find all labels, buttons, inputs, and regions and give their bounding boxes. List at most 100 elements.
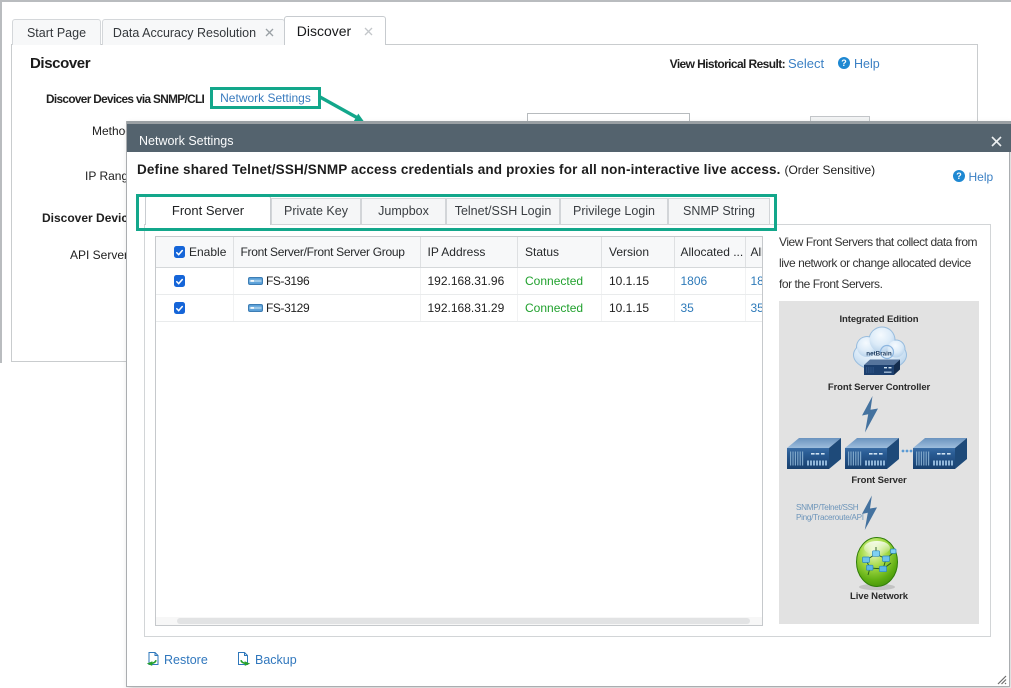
tab-data-accuracy-resolution[interactable]: Data Accuracy Resolution bbox=[102, 19, 285, 45]
tab-telnet-ssh-login[interactable]: Telnet/SSH Login bbox=[446, 198, 560, 224]
allocated-link[interactable]: 1806 bbox=[751, 274, 764, 288]
tab-start-page-label: Start Page bbox=[27, 26, 86, 40]
cell-allocated: 35 bbox=[675, 295, 746, 321]
front-server-icon bbox=[248, 277, 263, 285]
protocols-line1: SNMP/Telnet/SSH bbox=[796, 503, 864, 513]
dialog-titlebar: Network Settings bbox=[127, 121, 1011, 152]
table-row[interactable]: FS-3196 192.168.31.96 Connected 10.1.15 … bbox=[156, 268, 763, 295]
tab-private-key-label: Private Key bbox=[284, 204, 348, 218]
tab-jumpbox-label: Jumpbox bbox=[378, 204, 429, 218]
tab-privilege-login[interactable]: Privilege Login bbox=[560, 198, 668, 224]
scrollbar-thumb[interactable] bbox=[177, 618, 750, 624]
enable-checkbox[interactable] bbox=[174, 302, 186, 314]
cell-enable bbox=[156, 268, 234, 294]
column-allocated: Allocated ... bbox=[675, 237, 746, 267]
column-front-server-group: Front Server/Front Server Group bbox=[234, 237, 422, 267]
tab-discover[interactable]: Discover bbox=[284, 16, 386, 45]
side-panel-line: View Front Servers that collect data fro… bbox=[779, 232, 991, 253]
restore-button-label: Restore bbox=[164, 653, 208, 667]
dialog-description-note: (Order Sensitive) bbox=[784, 163, 875, 177]
check-icon bbox=[175, 248, 184, 257]
status-connected: Connected bbox=[525, 301, 583, 315]
tab-front-server[interactable]: Front Server bbox=[145, 196, 271, 225]
help-icon[interactable]: ? bbox=[838, 57, 850, 69]
check-icon bbox=[175, 277, 184, 286]
select-all-checkbox[interactable] bbox=[174, 246, 186, 258]
integrated-edition-label: Integrated Edition bbox=[779, 314, 979, 325]
discover-devices-snmp-cli-label: Discover Devices via SNMP/CLI bbox=[46, 92, 204, 106]
backup-button[interactable]: Backup bbox=[237, 652, 297, 667]
backup-button-label: Backup bbox=[255, 653, 297, 667]
live-network-label: Live Network bbox=[779, 591, 979, 602]
tab-privilege-login-label: Privilege Login bbox=[573, 204, 655, 218]
cell-enable bbox=[156, 295, 234, 321]
resize-grip[interactable] bbox=[996, 674, 1007, 685]
tab-private-key[interactable]: Private Key bbox=[271, 198, 361, 224]
front-server-name: FS-3129 bbox=[266, 301, 309, 315]
column-status: Status bbox=[518, 237, 602, 267]
cell-version: 10.1.15 bbox=[602, 295, 675, 321]
close-icon[interactable] bbox=[991, 136, 1002, 147]
allocated-link[interactable]: 35 bbox=[681, 301, 694, 315]
cell-front-server: FS-3196 bbox=[234, 268, 422, 294]
help-icon[interactable]: ? bbox=[953, 170, 965, 182]
backup-icon bbox=[237, 652, 251, 667]
network-settings-button[interactable]: Network Settings bbox=[210, 87, 321, 109]
side-panel-description: View Front Servers that collect data fro… bbox=[779, 232, 991, 295]
check-icon bbox=[175, 304, 184, 313]
help-link[interactable]: Help bbox=[854, 57, 880, 71]
tab-snmp-string-label: SNMP String bbox=[683, 204, 755, 218]
cell-front-server: FS-3129 bbox=[234, 295, 422, 321]
ellipsis-dots bbox=[901, 448, 913, 454]
front-server-diagram: Integrated Edition bbox=[779, 301, 979, 624]
tab-snmp-string[interactable]: SNMP String bbox=[668, 198, 770, 224]
protocols-line2: Ping/Traceroute/API bbox=[796, 513, 864, 523]
page-title: Discover bbox=[30, 55, 90, 72]
cell-allocated: 1806 bbox=[675, 268, 746, 294]
front-server-icon bbox=[913, 437, 967, 470]
cell-allocated-2: 35 bbox=[746, 295, 763, 321]
tab-front-server-label: Front Server bbox=[172, 203, 244, 218]
network-settings-button-label: Network Settings bbox=[220, 91, 311, 105]
select-link[interactable]: Select bbox=[788, 56, 824, 71]
front-server-label: Front Server bbox=[779, 475, 979, 486]
allocated-link[interactable]: 1806 bbox=[681, 274, 708, 288]
help-link[interactable]: Help bbox=[969, 170, 994, 184]
column-version: Version bbox=[602, 237, 675, 267]
cell-ip-address: 192.168.31.29 bbox=[421, 295, 518, 321]
network-settings-dialog: Network Settings Define shared Telnet/SS… bbox=[126, 121, 1010, 687]
close-tab-icon[interactable] bbox=[364, 27, 373, 36]
front-server-icon bbox=[845, 437, 899, 470]
horizontal-scrollbar[interactable] bbox=[156, 617, 762, 625]
table-header-row: Enable Front Server/Front Server Group I… bbox=[156, 237, 763, 268]
front-server-controller-label: Front Server Controller bbox=[779, 382, 979, 393]
column-ip-address: IP Address bbox=[421, 237, 518, 267]
column-enable-label: Enable bbox=[189, 245, 226, 259]
window-border-left bbox=[0, 0, 2, 363]
tab-discover-label: Discover bbox=[297, 23, 351, 39]
tab-start-page[interactable]: Start Page bbox=[12, 19, 101, 45]
window-border-top bbox=[0, 0, 1011, 2]
cell-allocated-2: 1806 bbox=[746, 268, 763, 294]
restore-button[interactable]: Restore bbox=[146, 652, 208, 667]
column-allocated-2: Allocated bbox=[746, 237, 763, 267]
netbrain-logo-text: netBrain bbox=[866, 351, 892, 358]
tab-telnet-ssh-login-label: Telnet/SSH Login bbox=[455, 204, 552, 218]
tab-jumpbox[interactable]: Jumpbox bbox=[361, 198, 446, 224]
side-panel-line: live network or change allocated device bbox=[779, 253, 991, 274]
api-servers-label: API Servers bbox=[70, 248, 134, 262]
column-enable: Enable bbox=[156, 237, 234, 267]
allocated-link[interactable]: 35 bbox=[751, 301, 764, 315]
tab-dar-label: Data Accuracy Resolution bbox=[113, 26, 256, 40]
cloud-controller-icon: netBrain bbox=[851, 326, 909, 379]
cell-status: Connected bbox=[518, 295, 602, 321]
cell-status: Connected bbox=[518, 268, 602, 294]
front-server-table: Enable Front Server/Front Server Group I… bbox=[155, 236, 763, 626]
status-connected: Connected bbox=[525, 274, 583, 288]
dialog-description-bold: Define shared Telnet/SSH/SNMP access cre… bbox=[137, 162, 781, 177]
tab-content-area: Enable Front Server/Front Server Group I… bbox=[144, 224, 991, 638]
restore-icon bbox=[146, 652, 160, 667]
table-row[interactable]: FS-3129 192.168.31.29 Connected 10.1.15 … bbox=[156, 295, 763, 322]
enable-checkbox[interactable] bbox=[174, 275, 186, 287]
close-tab-icon[interactable] bbox=[265, 28, 274, 37]
